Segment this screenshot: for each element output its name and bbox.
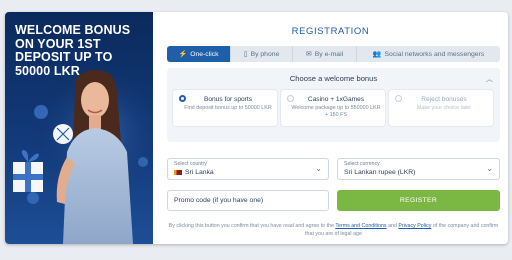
- country-value-wrap: Sri Lanka: [174, 169, 214, 176]
- bonus-option-subtitle: Welcome package up to 550000 LKR + 150 F…: [291, 105, 381, 118]
- bonus-option-subtitle: Make your choice later: [416, 105, 472, 111]
- bonus-option-title: Reject bonuses: [421, 96, 467, 103]
- email-icon: ✉: [305, 50, 312, 58]
- chevron-up-icon[interactable]: ︿: [486, 74, 493, 84]
- country-value: Sri Lanka: [185, 169, 214, 176]
- promo-title: WELCOME BONUS ON YOUR 1ST DEPOSIT UP TO …: [15, 23, 131, 78]
- currency-label: Select currency: [344, 161, 380, 167]
- privacy-policy-link[interactable]: Privacy Policy: [398, 223, 431, 229]
- phone-icon: ▯: [243, 50, 248, 58]
- legal-and: and: [388, 223, 397, 229]
- welcome-bonus-panel: Choose a welcome bonus ︿ Bonus for sport…: [167, 68, 500, 142]
- promo-banner: WELCOME BONUS ON YOUR 1ST DEPOSIT UP TO …: [5, 12, 153, 244]
- sri-lanka-flag-icon: [174, 169, 182, 176]
- country-label: Select country: [174, 161, 207, 167]
- tab-label: By phone: [250, 50, 280, 58]
- chevron-down-icon: ⌄: [486, 164, 493, 173]
- bonus-option-sports[interactable]: Bonus for sports First deposit bonus up …: [173, 90, 277, 126]
- legal-notice: By clicking this button you confirm that…: [167, 222, 500, 238]
- legal-text-1: By clicking this button you confirm that…: [168, 223, 334, 229]
- registration-form: REGISTRATION ⚡ One-click ▯ By phone ✉ By…: [153, 12, 508, 244]
- bonus-option-reject[interactable]: Reject bonuses Make your choice later: [389, 90, 493, 126]
- tab-by-email[interactable]: ✉ By e-mail: [293, 46, 357, 62]
- tab-label: One-click: [190, 50, 219, 58]
- tab-social-networks[interactable]: 👥 Social networks and messengers: [357, 46, 500, 62]
- promo-code-input[interactable]: Promo code (if you have one): [167, 190, 329, 211]
- terms-link[interactable]: Terms and Conditions: [335, 223, 386, 229]
- chevron-down-icon: ⌄: [315, 164, 322, 173]
- tab-label: Social networks and messengers: [384, 50, 485, 58]
- bonus-option-subtitle: First deposit bonus up to 50000 LKR: [184, 105, 272, 111]
- register-button[interactable]: REGISTER: [337, 190, 500, 211]
- bonus-option-casino[interactable]: Casino + 1xGames Welcome package up to 5…: [281, 90, 385, 126]
- bonus-option-title: Casino + 1xGames: [307, 96, 365, 103]
- currency-value: Sri Lankan rupee (LKR): [344, 169, 416, 176]
- bonus-option-title: Bonus for sports: [203, 96, 252, 103]
- tab-one-click[interactable]: ⚡ One-click: [167, 46, 231, 62]
- bonus-heading: Choose a welcome bonus: [289, 74, 378, 83]
- country-select[interactable]: Select country Sri Lanka ⌄: [167, 158, 329, 180]
- registration-modal: WELCOME BONUS ON YOUR 1ST DEPOSIT UP TO …: [5, 12, 508, 244]
- tab-label: By e-mail: [314, 50, 344, 58]
- currency-select[interactable]: Select currency Sri Lankan rupee (LKR) ⌄: [337, 158, 500, 180]
- lightning-icon: ⚡: [178, 50, 188, 58]
- registration-title: REGISTRATION: [291, 26, 370, 37]
- people-icon: 👥: [372, 50, 382, 58]
- tab-by-phone[interactable]: ▯ By phone: [231, 46, 293, 62]
- registration-tabs: ⚡ One-click ▯ By phone ✉ By e-mail 👥 Soc…: [167, 46, 500, 62]
